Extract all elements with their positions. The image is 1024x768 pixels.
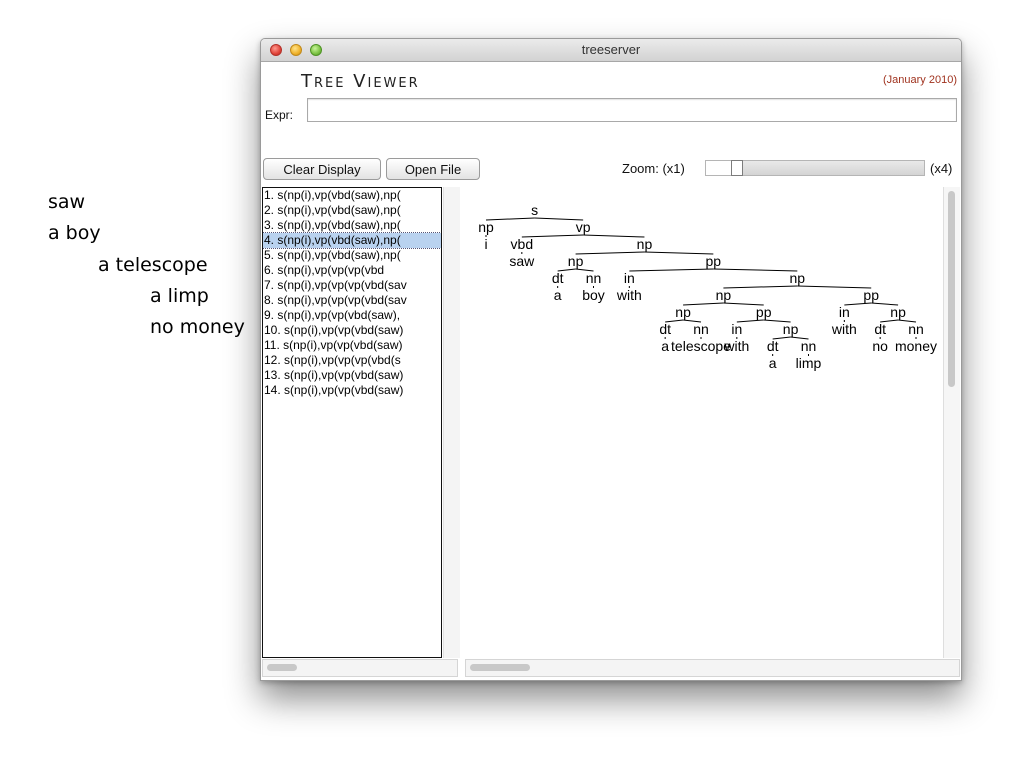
tree-leaf: telescope [671,338,731,354]
tree-display: i np saw vbd a dt boy nn np with in a dt telescope nn n… [460,187,942,658]
tree-node-in: in [624,270,635,286]
side-note-a-telescope: a telescope [98,254,208,276]
parse-list-item[interactable]: 14. s(np(i),vp(vp(vbd(saw) [263,383,441,398]
tree-horizontal-scrollbar[interactable] [465,659,960,677]
list-gutter [443,187,460,658]
side-note-a-boy: a boy [48,222,101,244]
tree-edge [723,285,798,289]
app-content: Tree Viewer (January 2010) Expr: Clear D… [261,62,961,680]
tree-edge [629,268,714,272]
side-note-a-limp: a limp [150,285,209,307]
parse-list-item[interactable]: 6. s(np(i),vp(vp(vp(vbd [263,263,441,278]
tree-node-np: np [568,253,584,269]
tree-edge [797,285,872,289]
tree-node-np: np [637,236,653,252]
expr-label: Expr: [265,108,294,122]
tree-edge [583,234,645,238]
tree-leaf: i [484,236,487,252]
tree-node-np: np [783,321,799,337]
tree-leaf: no [872,338,888,354]
list-horizontal-scrollbar[interactable] [262,659,458,677]
parse-list-item[interactable]: 2. s(np(i),vp(vbd(saw),np( [263,203,441,218]
tree-leaf: with [616,287,642,303]
tree-edge [575,251,645,255]
tree-leaf: limp [796,355,822,371]
tree-vertical-scrollbar[interactable] [943,187,960,658]
tree-node-np: np [716,287,732,303]
parse-list-item[interactable]: 3. s(np(i),vp(vbd(saw),np( [263,218,441,233]
tree-node-nn: nn [908,321,924,337]
title-bar[interactable]: treeserver [261,39,961,62]
parse-list-item[interactable]: 7. s(np(i),vp(vp(vp(vbd(sav [263,278,441,293]
tree-node-nn: nn [693,321,709,337]
zoom-label: Zoom: (x1) [622,161,685,176]
tree-edge [713,268,798,272]
tree-node-np: np [890,304,906,320]
tree-node-s: s [531,202,538,218]
zoom-slider-thumb[interactable] [731,160,743,176]
window-title: treeserver [581,42,641,57]
app-title: Tree Viewer [301,71,420,92]
tree-leaf: boy [582,287,605,303]
side-note-saw: saw [48,191,86,213]
parse-list-item[interactable]: 12. s(np(i),vp(vp(vp(vbd(s [263,353,441,368]
tree-edge [644,251,714,255]
side-note-no-money: no money [150,316,245,338]
tree-node-dt: dt [552,270,564,286]
parse-list-item[interactable]: 11. s(np(i),vp(vp(vbd(saw) [263,338,441,353]
tree-node-np: np [478,219,494,235]
tree-node-in: in [839,304,850,320]
tree-leaf: a [554,287,562,303]
release-date: (January 2010) [883,74,957,86]
parse-list-item[interactable]: 8. s(np(i),vp(vp(vp(vbd(sav [263,293,441,308]
tree-leaf: a [661,338,669,354]
tree-node-dt: dt [767,338,779,354]
tree-node-vp: vp [576,219,591,235]
parse-list-item[interactable]: 9. s(np(i),vp(vp(vbd(saw), [263,308,441,323]
parse-list-item[interactable]: 5. s(np(i),vp(vbd(saw),np( [263,248,441,263]
tree-leaf: a [769,355,777,371]
tree-leaf: with [831,321,857,337]
list-horizontal-scroll-thumb[interactable] [267,664,297,671]
zoom-max-label: (x4) [930,161,953,176]
tree-node-nn: nn [586,270,602,286]
tree-node-in: in [731,321,742,337]
tree-leaf: saw [509,253,535,269]
zoom-slider[interactable] [705,160,925,176]
expr-input[interactable] [307,98,957,122]
tree-vertical-scroll-thumb[interactable] [948,191,955,387]
tree-node-pp: pp [863,287,879,303]
tree-node-vbd: vbd [511,236,534,252]
treeserver-window: treeserver Tree Viewer (January 2010) Ex… [260,38,962,681]
open-file-button[interactable]: Open File [386,158,480,180]
parse-list-item[interactable]: 1. s(np(i),vp(vbd(saw),np( [263,188,441,203]
parse-list-item[interactable]: 10. s(np(i),vp(vp(vbd(saw) [263,323,441,338]
parse-tree: inpsawvbdadtboynnnpwithinadttelescopennn… [478,202,937,371]
tree-node-np: np [675,304,691,320]
clear-display-button[interactable]: Clear Display [263,158,381,180]
tree-leaf: with [723,338,749,354]
tree-node-pp: pp [706,253,722,269]
tree-node-dt: dt [874,321,886,337]
tree-node-dt: dt [659,321,671,337]
parse-list-item[interactable]: 4. s(np(i),vp(vbd(saw),np( [263,232,441,249]
parse-list[interactable]: 1. s(np(i),vp(vbd(saw),np(2. s(np(i),vp(… [262,187,442,658]
tree-leaf: money [895,338,937,354]
parse-list-item[interactable]: 13. s(np(i),vp(vp(vbd(saw) [263,368,441,383]
tree-node-pp: pp [756,304,772,320]
tree-node-nn: nn [801,338,817,354]
tree-horizontal-scroll-thumb[interactable] [470,664,530,671]
tree-node-np: np [790,270,806,286]
